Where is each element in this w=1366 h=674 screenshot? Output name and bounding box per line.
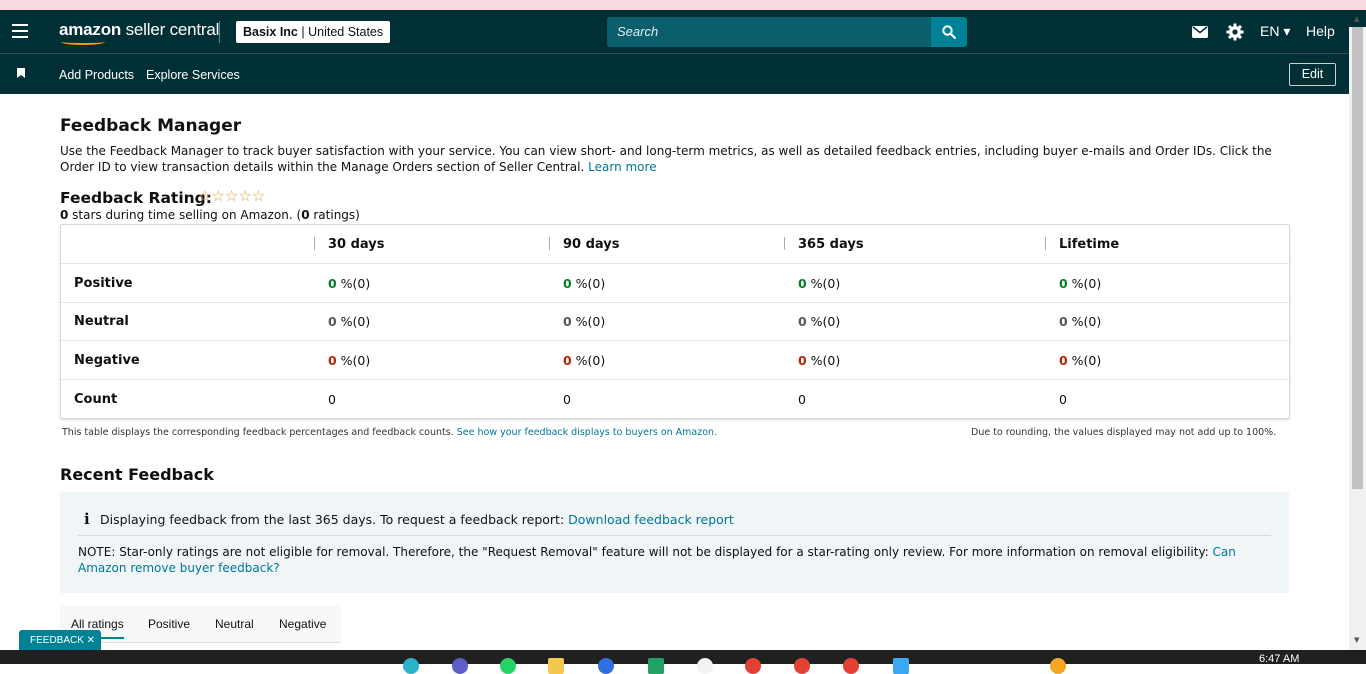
info-icon: i [84, 510, 90, 528]
tab-negative[interactable]: Negative [279, 617, 326, 631]
taskbar-app-icon[interactable] [452, 658, 468, 674]
recent-feedback-title: Recent Feedback [60, 465, 214, 484]
feedback-table: 30 days 90 days 365 days Lifetime Positi… [60, 224, 1290, 419]
language-selector[interactable]: EN ▾ [1260, 23, 1290, 40]
table-row-negative: Negative 0 %(0) 0 %(0) 0 %(0) 0 %(0) [61, 341, 1289, 380]
mail-icon[interactable] [1192, 26, 1208, 38]
column-lifetime: Lifetime [1059, 237, 1120, 252]
taskbar-app-icon[interactable] [548, 658, 564, 674]
table-footnote: This table displays the corresponding fe… [62, 427, 718, 438]
learn-more-link[interactable]: Learn more [588, 160, 656, 174]
top-header: amazon seller central Basix Inc | United… [0, 10, 1366, 54]
feedback-widget-button[interactable]: FEEDBACK ✕ [19, 630, 101, 651]
search-icon [942, 25, 956, 39]
taskbar-app-icon[interactable] [745, 658, 761, 674]
browser-top-strip [0, 0, 1366, 10]
table-cell: 0 %(0) [1059, 314, 1102, 329]
table-cell: 0 %(0) [798, 314, 841, 329]
table-cell: 0 %(0) [798, 276, 841, 291]
info-text: Displaying feedback from the last 365 da… [100, 512, 734, 527]
table-cell: 0 %(0) [1059, 353, 1102, 368]
bookmark-icon[interactable] [17, 68, 25, 78]
nav-explore-services[interactable]: Explore Services [146, 68, 240, 82]
info-alert: i Displaying feedback from the last 365 … [60, 492, 1289, 593]
table-cell: 0 %(0) [328, 314, 371, 329]
gear-icon[interactable] [1226, 23, 1244, 41]
rating-summary: 0 stars during time selling on Amazon. (… [60, 208, 360, 222]
table-cell: 0 %(0) [328, 276, 371, 291]
rounding-note: Due to rounding, the values displayed ma… [971, 427, 1277, 438]
secondary-nav: Add Products Explore Services Edit [0, 54, 1366, 94]
taskbar-app-icon[interactable] [697, 658, 713, 674]
tab-neutral[interactable]: Neutral [215, 617, 254, 631]
menu-icon[interactable] [12, 24, 28, 38]
table-cell: 0 [798, 392, 806, 407]
star-rating-icons: ☆☆☆☆☆ [198, 187, 266, 205]
feedback-tabs: All ratings Positive Neutral Negative [60, 605, 341, 643]
download-report-link[interactable]: Download feedback report [568, 512, 734, 527]
table-cell: 0 %(0) [563, 276, 606, 291]
table-cell: 0 [328, 392, 336, 407]
table-row-count: Count 0 0 0 0 [61, 380, 1289, 418]
table-cell: 0 %(0) [1059, 276, 1102, 291]
edit-nav-button[interactable]: Edit [1289, 63, 1336, 86]
scroll-down-arrow-icon[interactable]: ▼ [1354, 636, 1359, 644]
account-switcher[interactable]: Basix Inc | United States [236, 21, 391, 43]
taskbar-app-icon[interactable] [403, 658, 419, 674]
page-intro: Use the Feedback Manager to track buyer … [60, 144, 1272, 174]
column-30-days: 30 days [328, 237, 385, 252]
table-cell: 0 [563, 392, 571, 407]
taskbar-app-icon[interactable] [1050, 658, 1066, 674]
column-365-days: 365 days [798, 237, 864, 252]
table-cell: 0 [1059, 392, 1067, 407]
feedback-rating-title: Feedback Rating: [60, 189, 212, 207]
taskbar-app-icon[interactable] [500, 658, 516, 674]
row-label: Neutral [74, 314, 129, 329]
search-input[interactable]: Search [607, 17, 931, 47]
amazon-seller-central-logo[interactable]: amazon seller central [59, 20, 219, 45]
tab-positive[interactable]: Positive [148, 617, 190, 631]
nav-add-products[interactable]: Add Products [59, 68, 134, 82]
scrollbar-thumb[interactable] [1352, 27, 1363, 489]
table-cell: 0 %(0) [328, 353, 371, 368]
row-label: Positive [74, 276, 133, 291]
os-taskbar [0, 650, 1366, 674]
taskbar-app-icon[interactable] [843, 658, 859, 674]
table-cell: 0 %(0) [798, 353, 841, 368]
table-cell: 0 %(0) [563, 353, 606, 368]
buyer-display-link[interactable]: See how your feedback displays to buyers… [457, 427, 717, 438]
row-label: Negative [74, 353, 140, 368]
table-row-neutral: Neutral 0 %(0) 0 %(0) 0 %(0) 0 %(0) [61, 303, 1289, 341]
row-label: Count [74, 392, 118, 407]
table-row-positive: Positive 0 %(0) 0 %(0) 0 %(0) 0 %(0) [61, 264, 1289, 303]
removal-note: NOTE: Star-only ratings are not eligible… [78, 545, 1236, 575]
scroll-up-arrow-icon[interactable]: ▲ [1354, 15, 1359, 23]
taskbar-clock: 6:47 AM [1259, 653, 1300, 665]
table-cell: 0 %(0) [563, 314, 606, 329]
taskbar-app-icon[interactable] [598, 658, 614, 674]
divider [78, 535, 1271, 536]
table-header-row: 30 days 90 days 365 days Lifetime [61, 225, 1289, 264]
help-link[interactable]: Help [1306, 23, 1335, 39]
column-90-days: 90 days [563, 237, 620, 252]
taskbar-app-icon[interactable] [893, 658, 909, 674]
page-title: Feedback Manager [60, 116, 242, 136]
divider [219, 21, 220, 43]
search-button[interactable] [931, 17, 967, 47]
taskbar-app-icon[interactable] [648, 658, 664, 674]
taskbar-app-icon[interactable] [794, 658, 810, 674]
